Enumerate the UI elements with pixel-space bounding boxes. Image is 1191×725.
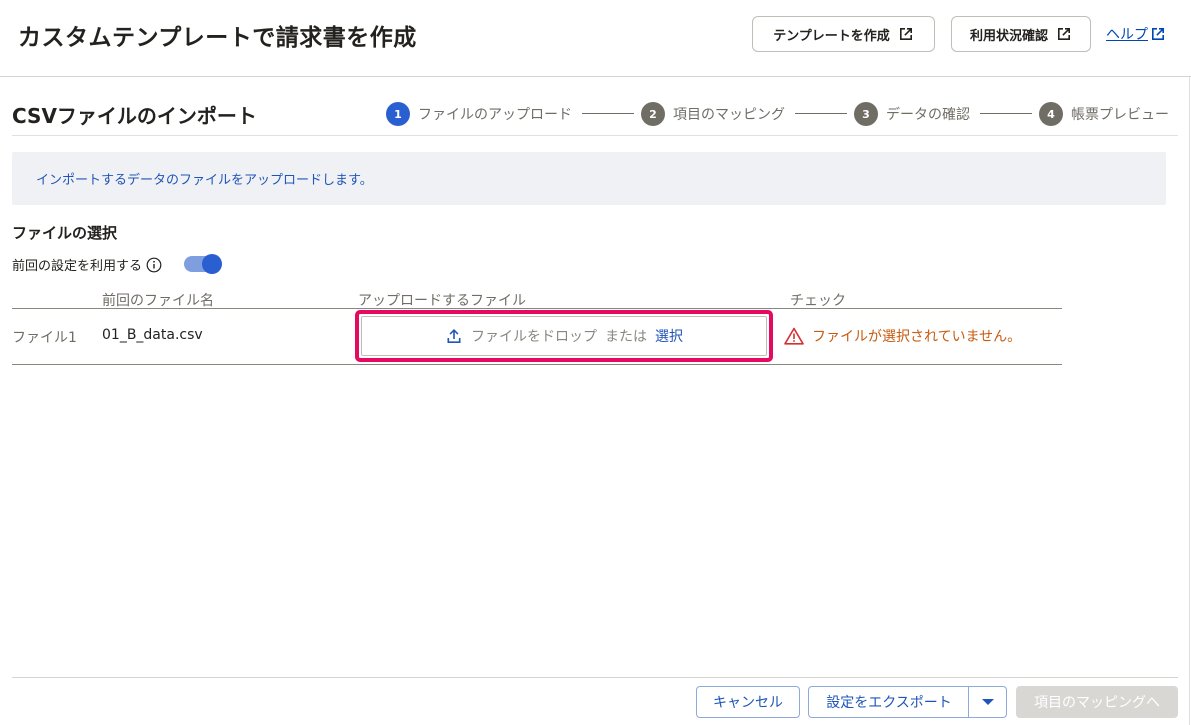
export-dropdown-button[interactable]	[969, 686, 1007, 718]
drop-text: ファイルをドロップ	[471, 329, 597, 345]
file-drop-zone[interactable]: ファイルをドロップ または 選択	[361, 316, 767, 356]
step-number: 1	[386, 102, 410, 126]
external-link-icon	[1152, 28, 1164, 40]
step-connector	[582, 113, 634, 114]
create-template-label: テンプレートを作成	[773, 28, 890, 44]
step-label: 項目のマッピング	[673, 107, 785, 123]
next-mapping-label: 項目のマッピングへ	[1034, 695, 1160, 711]
step-preview: 4 帳票プレビュー	[1039, 102, 1169, 126]
table-row-divider	[12, 364, 1062, 365]
step-label: データの確認	[886, 107, 970, 123]
scroll-border	[1189, 77, 1190, 725]
file-select-title: ファイルの選択	[12, 224, 118, 242]
select-file-link[interactable]: 選択	[655, 326, 683, 346]
step-number: 4	[1039, 102, 1063, 126]
info-message: インポートするデータのファイルをアップロードします。	[36, 173, 373, 188]
column-header-upload-file: アップロードするファイル	[358, 293, 526, 309]
page-title: カスタムテンプレートで請求書を作成	[18, 25, 417, 51]
step-connector	[980, 113, 1032, 114]
info-message-box: インポートするデータのファイルをアップロードします。	[12, 152, 1166, 205]
usage-status-label: 利用状況確認	[969, 28, 1048, 44]
step-number: 2	[641, 102, 665, 126]
caret-down-icon	[982, 699, 994, 705]
create-template-button[interactable]: テンプレートを作成	[752, 16, 935, 52]
reuse-settings-label: 前回の設定を利用する	[12, 259, 143, 274]
previous-file-name: 01_B_data.csv	[102, 327, 203, 343]
section-divider	[12, 135, 1178, 136]
column-header-check: チェック	[790, 293, 846, 309]
toggle-knob	[202, 254, 222, 274]
next-mapping-button[interactable]: 項目のマッピングへ	[1016, 686, 1178, 718]
info-icon[interactable]	[146, 257, 162, 273]
external-link-icon	[899, 28, 912, 40]
check-message: ファイルが選択されていません。	[812, 329, 1022, 345]
step-connector	[795, 113, 847, 114]
row-label: ファイル1	[12, 330, 77, 346]
reuse-settings-row: 前回の設定を利用する	[12, 255, 162, 274]
footer-divider	[12, 677, 1178, 678]
page-header: カスタムテンプレートで請求書を作成 テンプレートを作成 利用状況確認 ヘルプ	[0, 0, 1191, 77]
table-header-divider	[12, 308, 1062, 309]
step-label: 帳票プレビュー	[1071, 107, 1169, 123]
usage-status-button[interactable]: 利用状況確認	[951, 16, 1091, 52]
step-mapping: 2 項目のマッピング	[641, 102, 785, 126]
step-confirm: 3 データの確認	[854, 102, 970, 126]
warning-icon	[784, 327, 804, 345]
upload-icon	[447, 329, 461, 343]
cancel-label: キャンセル	[713, 695, 783, 711]
step-number: 3	[854, 102, 878, 126]
section-title: CSVファイルのインポート	[12, 104, 257, 128]
step-upload: 1 ファイルのアップロード	[386, 102, 572, 126]
external-link-icon	[1058, 28, 1070, 40]
reuse-settings-toggle[interactable]	[184, 254, 222, 274]
step-label: ファイルのアップロード	[418, 107, 572, 123]
or-text: または	[605, 329, 647, 345]
check-status: ファイルが選択されていません。	[784, 326, 1021, 346]
help-label: ヘルプ	[1106, 27, 1148, 43]
export-settings-label: 設定をエクスポート	[826, 695, 952, 711]
cancel-button[interactable]: キャンセル	[696, 686, 800, 718]
column-header-previous-file: 前回のファイル名	[102, 293, 214, 309]
help-link[interactable]: ヘルプ	[1106, 24, 1166, 44]
